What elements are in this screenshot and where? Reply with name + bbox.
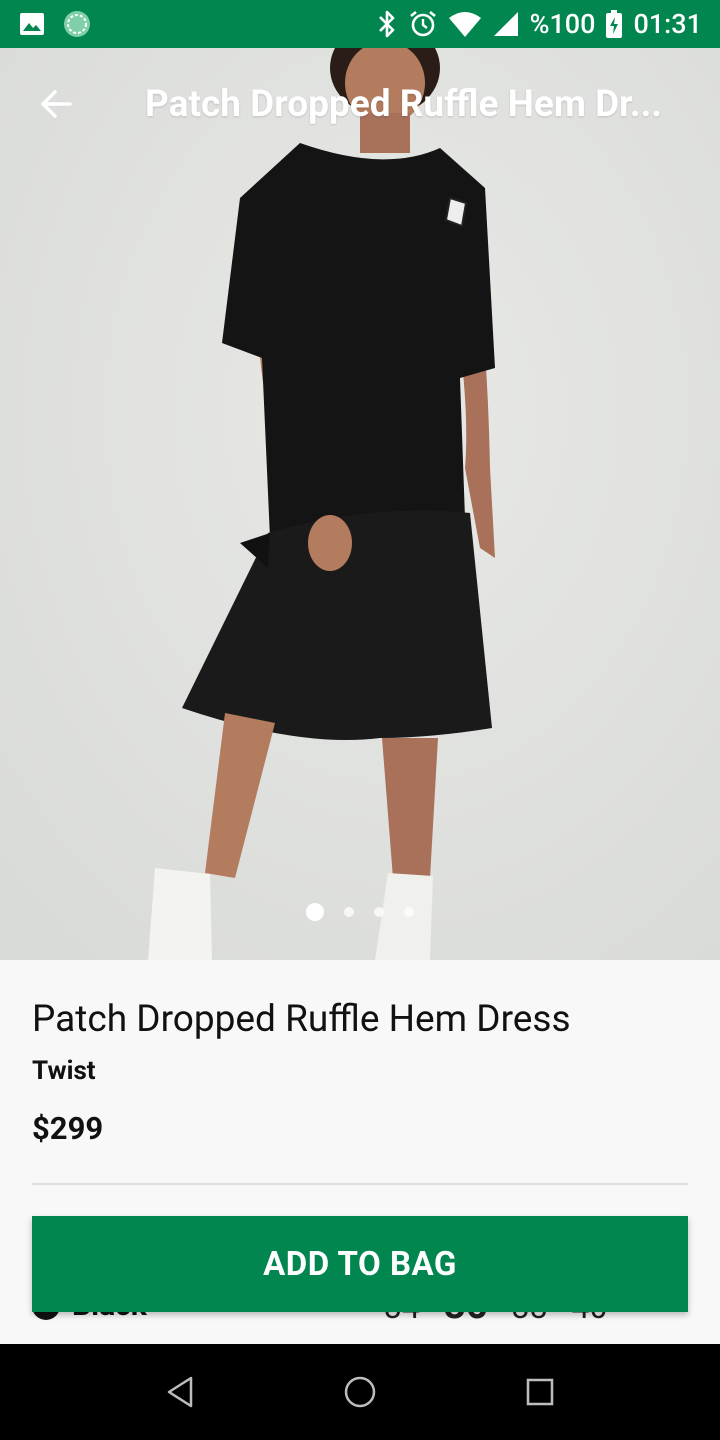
model-photo: [0, 48, 720, 960]
divider: [32, 1183, 688, 1185]
alarm-icon: [408, 9, 438, 39]
sync-icon: [62, 9, 92, 39]
clock: 01:31: [633, 8, 702, 40]
nav-home-button[interactable]: [270, 1344, 450, 1440]
product-brand[interactable]: Twist: [32, 1056, 96, 1086]
battery-charging-icon: [605, 9, 623, 39]
signal-icon: [492, 10, 520, 38]
product-name: Patch Dropped Ruffle Hem Dress: [32, 998, 571, 1041]
nav-home-icon: [344, 1376, 376, 1408]
nav-back-icon: [167, 1376, 193, 1408]
wifi-icon: [448, 10, 482, 38]
product-details: Patch Dropped Ruffle Hem Dress Twist $29…: [0, 960, 720, 1344]
add-to-bag-button[interactable]: ADD TO BAG: [32, 1216, 688, 1312]
status-bar: %100 01:31: [0, 0, 720, 48]
image-icon: [18, 10, 46, 38]
nav-recents-button[interactable]: [450, 1344, 630, 1440]
product-price: $299: [32, 1110, 104, 1147]
carousel-dot-4[interactable]: [404, 907, 414, 917]
back-button[interactable]: [0, 48, 112, 160]
system-nav-bar: [0, 1344, 720, 1440]
carousel-dot-1[interactable]: [306, 903, 324, 921]
carousel-dot-3[interactable]: [374, 907, 384, 917]
arrow-back-icon: [41, 90, 72, 118]
nav-recents-icon: [526, 1378, 554, 1406]
battery-percent: %100: [529, 8, 596, 40]
product-image[interactable]: [0, 48, 720, 960]
bluetooth-icon: [376, 9, 398, 39]
page-title: Patch Dropped Ruffle Hem Dr...: [145, 82, 663, 126]
carousel-dot-2[interactable]: [344, 907, 354, 917]
nav-back-button[interactable]: [90, 1344, 270, 1440]
carousel-indicator: [0, 902, 720, 922]
app-bar: Patch Dropped Ruffle Hem Dr...: [0, 48, 720, 160]
